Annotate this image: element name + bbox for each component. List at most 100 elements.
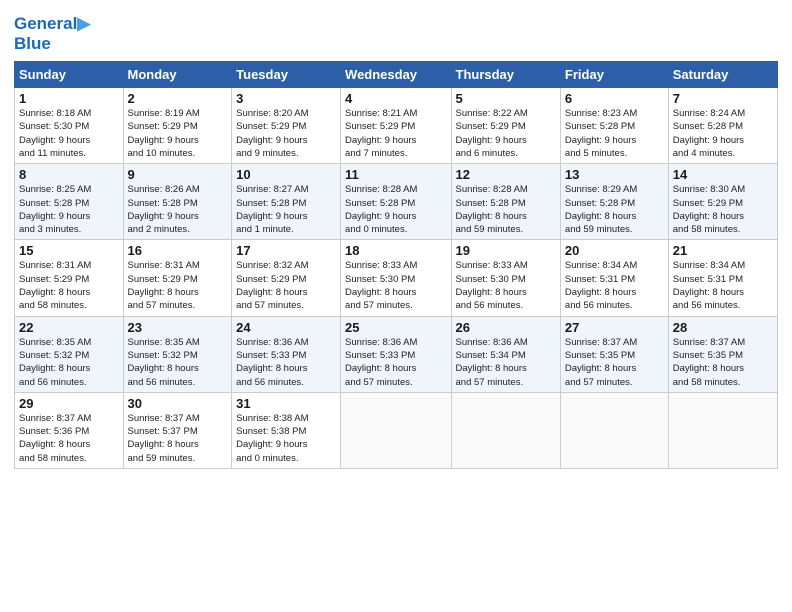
day-info: Sunrise: 8:37 AM Sunset: 5:35 PM Dayligh…: [565, 336, 664, 389]
day-info: Sunrise: 8:31 AM Sunset: 5:29 PM Dayligh…: [128, 259, 228, 312]
day-number: 11: [345, 167, 446, 182]
calendar-cell: 7Sunrise: 8:24 AM Sunset: 5:28 PM Daylig…: [668, 88, 777, 164]
day-number: 23: [128, 320, 228, 335]
day-number: 26: [456, 320, 556, 335]
day-info: Sunrise: 8:37 AM Sunset: 5:37 PM Dayligh…: [128, 412, 228, 465]
day-info: Sunrise: 8:36 AM Sunset: 5:33 PM Dayligh…: [236, 336, 336, 389]
day-info: Sunrise: 8:27 AM Sunset: 5:28 PM Dayligh…: [236, 183, 336, 236]
day-info: Sunrise: 8:22 AM Sunset: 5:29 PM Dayligh…: [456, 107, 556, 160]
day-number: 4: [345, 91, 446, 106]
weekday-header-saturday: Saturday: [668, 62, 777, 88]
calendar-cell: 17Sunrise: 8:32 AM Sunset: 5:29 PM Dayli…: [232, 240, 341, 316]
calendar-cell: 23Sunrise: 8:35 AM Sunset: 5:32 PM Dayli…: [123, 316, 232, 392]
calendar-cell: 9Sunrise: 8:26 AM Sunset: 5:28 PM Daylig…: [123, 164, 232, 240]
calendar-cell: 24Sunrise: 8:36 AM Sunset: 5:33 PM Dayli…: [232, 316, 341, 392]
day-number: 21: [673, 243, 773, 258]
day-number: 27: [565, 320, 664, 335]
calendar-cell: [451, 392, 560, 468]
calendar-cell: 25Sunrise: 8:36 AM Sunset: 5:33 PM Dayli…: [341, 316, 451, 392]
weekday-header-tuesday: Tuesday: [232, 62, 341, 88]
day-number: 30: [128, 396, 228, 411]
calendar-cell: 15Sunrise: 8:31 AM Sunset: 5:29 PM Dayli…: [15, 240, 124, 316]
calendar-cell: 29Sunrise: 8:37 AM Sunset: 5:36 PM Dayli…: [15, 392, 124, 468]
calendar-cell: 1Sunrise: 8:18 AM Sunset: 5:30 PM Daylig…: [15, 88, 124, 164]
calendar-cell: 3Sunrise: 8:20 AM Sunset: 5:29 PM Daylig…: [232, 88, 341, 164]
calendar-cell: 8Sunrise: 8:25 AM Sunset: 5:28 PM Daylig…: [15, 164, 124, 240]
day-info: Sunrise: 8:20 AM Sunset: 5:29 PM Dayligh…: [236, 107, 336, 160]
day-info: Sunrise: 8:36 AM Sunset: 5:34 PM Dayligh…: [456, 336, 556, 389]
day-info: Sunrise: 8:34 AM Sunset: 5:31 PM Dayligh…: [565, 259, 664, 312]
weekday-header-monday: Monday: [123, 62, 232, 88]
day-info: Sunrise: 8:34 AM Sunset: 5:31 PM Dayligh…: [673, 259, 773, 312]
logo-text: General▶ Blue: [14, 14, 90, 53]
calendar-cell: 18Sunrise: 8:33 AM Sunset: 5:30 PM Dayli…: [341, 240, 451, 316]
calendar-cell: 19Sunrise: 8:33 AM Sunset: 5:30 PM Dayli…: [451, 240, 560, 316]
calendar-cell: 27Sunrise: 8:37 AM Sunset: 5:35 PM Dayli…: [560, 316, 668, 392]
weekday-header-sunday: Sunday: [15, 62, 124, 88]
calendar-cell: [560, 392, 668, 468]
day-number: 28: [673, 320, 773, 335]
calendar-cell: 22Sunrise: 8:35 AM Sunset: 5:32 PM Dayli…: [15, 316, 124, 392]
day-number: 19: [456, 243, 556, 258]
day-info: Sunrise: 8:33 AM Sunset: 5:30 PM Dayligh…: [345, 259, 446, 312]
calendar-cell: 30Sunrise: 8:37 AM Sunset: 5:37 PM Dayli…: [123, 392, 232, 468]
header: General▶ Blue: [14, 10, 778, 53]
day-info: Sunrise: 8:21 AM Sunset: 5:29 PM Dayligh…: [345, 107, 446, 160]
day-number: 15: [19, 243, 119, 258]
day-number: 25: [345, 320, 446, 335]
calendar-cell: 16Sunrise: 8:31 AM Sunset: 5:29 PM Dayli…: [123, 240, 232, 316]
day-info: Sunrise: 8:26 AM Sunset: 5:28 PM Dayligh…: [128, 183, 228, 236]
day-info: Sunrise: 8:29 AM Sunset: 5:28 PM Dayligh…: [565, 183, 664, 236]
calendar-cell: 5Sunrise: 8:22 AM Sunset: 5:29 PM Daylig…: [451, 88, 560, 164]
calendar-cell: [341, 392, 451, 468]
day-number: 1: [19, 91, 119, 106]
weekday-header-thursday: Thursday: [451, 62, 560, 88]
day-number: 2: [128, 91, 228, 106]
page-container: General▶ Blue SundayMondayTuesdayWednesd…: [0, 0, 792, 477]
day-info: Sunrise: 8:19 AM Sunset: 5:29 PM Dayligh…: [128, 107, 228, 160]
day-number: 13: [565, 167, 664, 182]
day-info: Sunrise: 8:33 AM Sunset: 5:30 PM Dayligh…: [456, 259, 556, 312]
day-info: Sunrise: 8:37 AM Sunset: 5:35 PM Dayligh…: [673, 336, 773, 389]
day-info: Sunrise: 8:30 AM Sunset: 5:29 PM Dayligh…: [673, 183, 773, 236]
day-number: 31: [236, 396, 336, 411]
day-info: Sunrise: 8:37 AM Sunset: 5:36 PM Dayligh…: [19, 412, 119, 465]
day-info: Sunrise: 8:38 AM Sunset: 5:38 PM Dayligh…: [236, 412, 336, 465]
day-number: 9: [128, 167, 228, 182]
day-info: Sunrise: 8:35 AM Sunset: 5:32 PM Dayligh…: [19, 336, 119, 389]
calendar-cell: 2Sunrise: 8:19 AM Sunset: 5:29 PM Daylig…: [123, 88, 232, 164]
calendar-cell: 26Sunrise: 8:36 AM Sunset: 5:34 PM Dayli…: [451, 316, 560, 392]
day-number: 16: [128, 243, 228, 258]
day-number: 20: [565, 243, 664, 258]
day-number: 7: [673, 91, 773, 106]
day-info: Sunrise: 8:35 AM Sunset: 5:32 PM Dayligh…: [128, 336, 228, 389]
calendar-cell: 20Sunrise: 8:34 AM Sunset: 5:31 PM Dayli…: [560, 240, 668, 316]
logo: General▶ Blue: [14, 14, 90, 53]
day-info: Sunrise: 8:23 AM Sunset: 5:28 PM Dayligh…: [565, 107, 664, 160]
day-info: Sunrise: 8:28 AM Sunset: 5:28 PM Dayligh…: [456, 183, 556, 236]
calendar-cell: [668, 392, 777, 468]
day-info: Sunrise: 8:32 AM Sunset: 5:29 PM Dayligh…: [236, 259, 336, 312]
day-number: 24: [236, 320, 336, 335]
day-number: 12: [456, 167, 556, 182]
calendar-cell: 14Sunrise: 8:30 AM Sunset: 5:29 PM Dayli…: [668, 164, 777, 240]
day-number: 14: [673, 167, 773, 182]
day-info: Sunrise: 8:36 AM Sunset: 5:33 PM Dayligh…: [345, 336, 446, 389]
calendar-cell: 28Sunrise: 8:37 AM Sunset: 5:35 PM Dayli…: [668, 316, 777, 392]
day-number: 6: [565, 91, 664, 106]
day-info: Sunrise: 8:31 AM Sunset: 5:29 PM Dayligh…: [19, 259, 119, 312]
calendar-cell: 31Sunrise: 8:38 AM Sunset: 5:38 PM Dayli…: [232, 392, 341, 468]
day-number: 3: [236, 91, 336, 106]
calendar-cell: 13Sunrise: 8:29 AM Sunset: 5:28 PM Dayli…: [560, 164, 668, 240]
day-number: 10: [236, 167, 336, 182]
calendar-cell: 11Sunrise: 8:28 AM Sunset: 5:28 PM Dayli…: [341, 164, 451, 240]
day-info: Sunrise: 8:24 AM Sunset: 5:28 PM Dayligh…: [673, 107, 773, 160]
day-info: Sunrise: 8:25 AM Sunset: 5:28 PM Dayligh…: [19, 183, 119, 236]
day-number: 29: [19, 396, 119, 411]
day-number: 5: [456, 91, 556, 106]
calendar-cell: 21Sunrise: 8:34 AM Sunset: 5:31 PM Dayli…: [668, 240, 777, 316]
day-info: Sunrise: 8:28 AM Sunset: 5:28 PM Dayligh…: [345, 183, 446, 236]
calendar-cell: 12Sunrise: 8:28 AM Sunset: 5:28 PM Dayli…: [451, 164, 560, 240]
weekday-header-friday: Friday: [560, 62, 668, 88]
day-number: 22: [19, 320, 119, 335]
